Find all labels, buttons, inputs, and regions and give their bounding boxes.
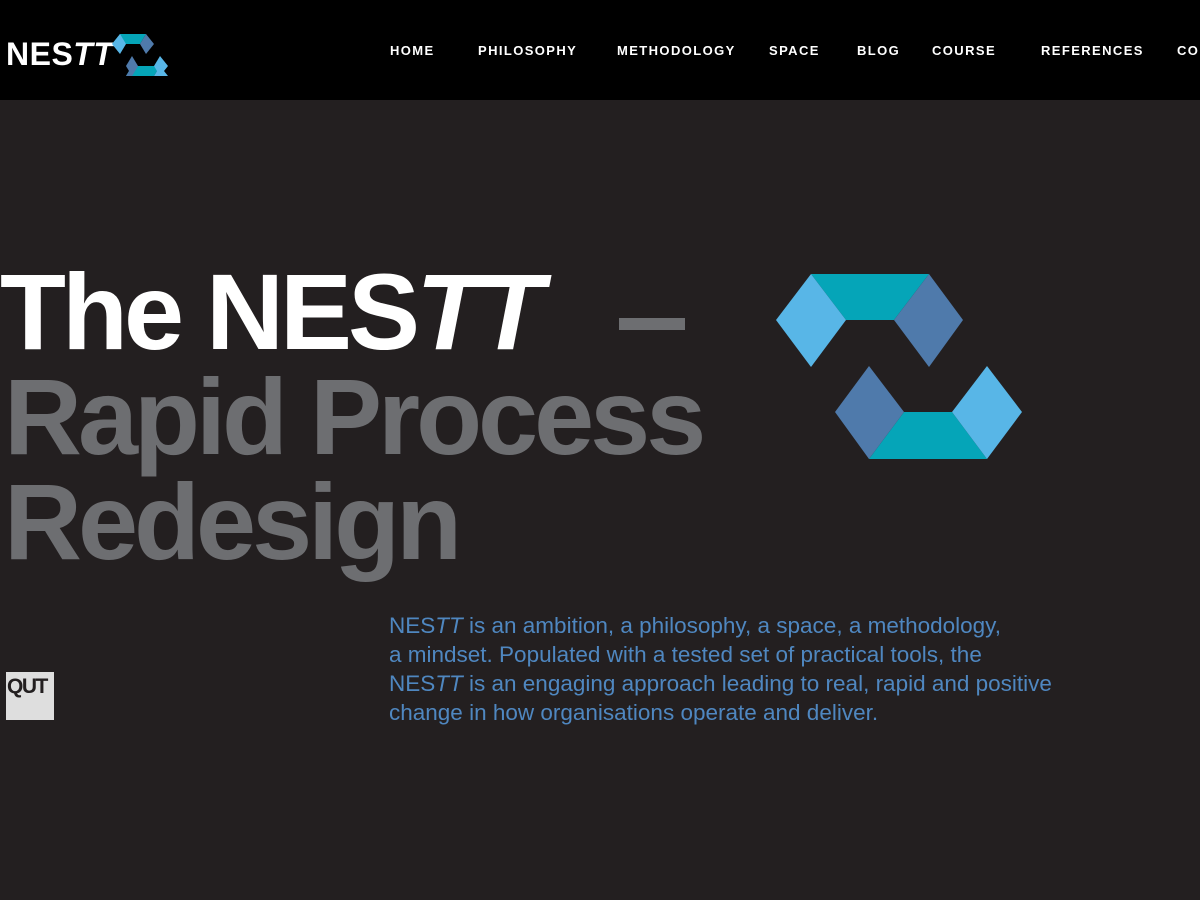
intro-brand-1-suffix: TT: [435, 613, 463, 638]
hero-title-line3: Redesign: [4, 461, 462, 582]
hero-title-line2: Rapid Process: [4, 356, 706, 477]
intro-line3-rest: is an engaging approach leading to real,…: [462, 671, 1052, 696]
intro-line4: change in how organisations operate and …: [389, 700, 879, 725]
intro-paragraph: NESTT is an ambition, a philosophy, a sp…: [389, 611, 1149, 727]
hero-title-dash: [619, 318, 685, 330]
intro-line1-rest: is an ambition, a philosophy, a space, a…: [462, 613, 1002, 638]
nav-home[interactable]: HOME: [390, 42, 435, 60]
nav-space[interactable]: SPACE: [769, 42, 820, 60]
nav-philosophy[interactable]: PHILOSOPHY: [478, 42, 577, 60]
hero-title-italic: TT: [416, 251, 544, 372]
nav-contact-truncated[interactable]: CO: [1177, 42, 1199, 60]
intro-brand-2-suffix: TT: [435, 671, 463, 696]
nav-references[interactable]: REFERENCES: [1041, 42, 1144, 60]
nav-methodology[interactable]: METHODOLOGY: [617, 42, 736, 60]
top-navigation-bar: NESTT HOME PHILOSOPHY METHODOLOGY SPACE …: [0, 0, 1200, 100]
qut-logo-link[interactable]: QUT: [6, 672, 54, 720]
nav-blog[interactable]: BLOG: [857, 42, 900, 60]
hero-nestt-logo-icon: [776, 274, 1022, 459]
hero-title-start: The NES: [0, 251, 420, 372]
nav-course[interactable]: COURSE: [932, 42, 996, 60]
brand-name-suffix: TT: [73, 36, 114, 72]
intro-brand-1: NESTT: [389, 613, 463, 638]
brand-name-prefix: NES: [6, 36, 74, 72]
hero-title-line1: The NESTT: [0, 258, 544, 366]
nestt-chevron-logo-icon[interactable]: [112, 34, 168, 76]
intro-brand-2-prefix: NES: [389, 671, 436, 696]
intro-brand-1-prefix: NES: [389, 613, 436, 638]
intro-brand-2: NESTT: [389, 671, 463, 696]
intro-line2: a mindset. Populated with a tested set o…: [389, 642, 982, 667]
brand-home-link[interactable]: NESTT: [6, 34, 113, 74]
qut-logo-text: QUT: [7, 675, 48, 698]
